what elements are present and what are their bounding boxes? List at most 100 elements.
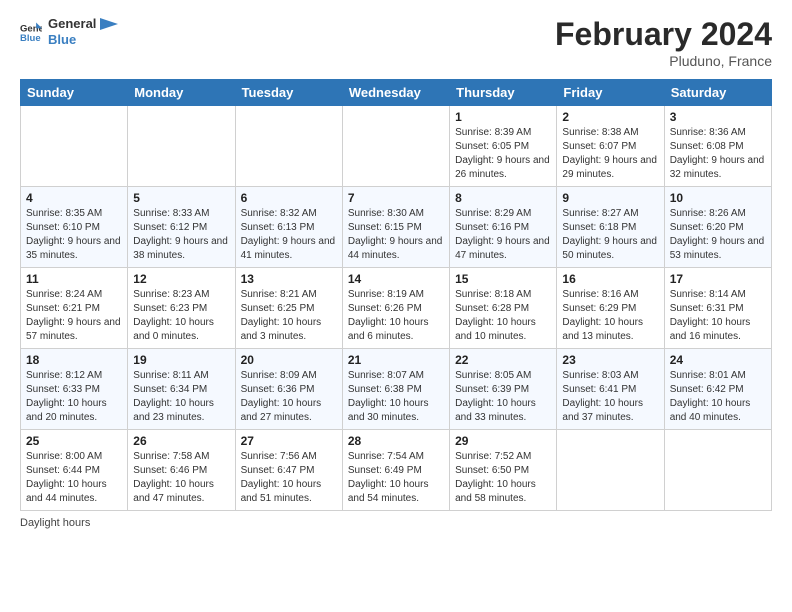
calendar-cell: 22Sunrise: 8:05 AMSunset: 6:39 PMDayligh… <box>450 349 557 430</box>
day-number: 1 <box>455 110 551 124</box>
calendar-cell: 29 Sunrise: 7:52 AMSunset: 6:50 PMDayligh… <box>450 430 557 511</box>
daylight-label: Daylight hours <box>20 517 90 529</box>
day-info: Sunrise: 8:35 AMSunset: 6:10 PMDaylight:… <box>26 207 122 263</box>
week-row-5: 25 Sunrise: 8:00 AMSunset: 6:44 PMDayligh… <box>21 430 772 511</box>
day-number: 12 <box>133 272 229 286</box>
day-number: 11 <box>26 272 122 286</box>
day-number: 27 <box>241 434 337 448</box>
day-info: Sunrise: 8:38 AMSunset: 6:07 PMDaylight:… <box>562 126 658 182</box>
calendar-cell: 9 Sunrise: 8:27 AMSunset: 6:18 PMDaylight… <box>557 187 664 268</box>
day-number: 6 <box>241 191 337 205</box>
calendar-cell: 11 Sunrise: 8:24 AMSunset: 6:21 PMDayligh… <box>21 268 128 349</box>
day-number: 16 <box>562 272 658 286</box>
day-info: Sunrise: 8:03 AMSunset: 6:41 PMDaylight:… <box>562 369 658 425</box>
day-info: Sunrise: 8:29 AMSunset: 6:16 PMDaylight:… <box>455 207 551 263</box>
day-info: Sunrise: 7:58 AMSunset: 6:46 PMDaylight:… <box>133 450 229 506</box>
calendar-cell: 13Sunrise: 8:21 AMSunset: 6:25 PMDayligh… <box>235 268 342 349</box>
day-info: Sunrise: 8:18 AMSunset: 6:28 PMDaylight:… <box>455 288 551 344</box>
calendar-cell: 5 Sunrise: 8:33 AMSunset: 6:12 PMDaylight… <box>128 187 235 268</box>
logo: General Blue General Blue <box>20 16 118 47</box>
day-number: 22 <box>455 353 551 367</box>
calendar-cell: 2 Sunrise: 8:38 AMSunset: 6:07 PMDaylight… <box>557 106 664 187</box>
day-number: 23 <box>562 353 658 367</box>
calendar-cell: 6 Sunrise: 8:32 AMSunset: 6:13 PMDaylight… <box>235 187 342 268</box>
day-number: 18 <box>26 353 122 367</box>
day-number: 7 <box>348 191 444 205</box>
week-row-2: 4 Sunrise: 8:35 AMSunset: 6:10 PMDaylight… <box>21 187 772 268</box>
calendar-cell: 27 Sunrise: 7:56 AMSunset: 6:47 PMDayligh… <box>235 430 342 511</box>
day-number: 3 <box>670 110 766 124</box>
day-info: Sunrise: 8:12 AMSunset: 6:33 PMDaylight:… <box>26 369 122 425</box>
calendar-cell: 19Sunrise: 8:11 AMSunset: 6:34 PMDayligh… <box>128 349 235 430</box>
day-number: 5 <box>133 191 229 205</box>
calendar-cell <box>235 106 342 187</box>
week-row-3: 11 Sunrise: 8:24 AMSunset: 6:21 PMDayligh… <box>21 268 772 349</box>
day-number: 14 <box>348 272 444 286</box>
day-info: Sunrise: 8:24 AMSunset: 6:21 PMDaylight:… <box>26 288 122 344</box>
day-info: Sunrise: 8:09 AMSunset: 6:36 PMDaylight:… <box>241 369 337 425</box>
day-info: Sunrise: 8:14 AMSunset: 6:31 PMDaylight:… <box>670 288 766 344</box>
calendar-cell: 23 Sunrise: 8:03 AMSunset: 6:41 PMDayligh… <box>557 349 664 430</box>
day-number: 10 <box>670 191 766 205</box>
calendar-page: General Blue General Blue February 2024 … <box>0 0 792 612</box>
day-info: Sunrise: 8:23 AMSunset: 6:23 PMDaylight:… <box>133 288 229 344</box>
week-row-1: 1 Sunrise: 8:39 AMSunset: 6:05 PMDaylight… <box>21 106 772 187</box>
day-info: Sunrise: 7:54 AMSunset: 6:49 PMDaylight:… <box>348 450 444 506</box>
day-number: 4 <box>26 191 122 205</box>
calendar-title: February 2024 <box>555 16 772 53</box>
header-row: SundayMondayTuesdayWednesdayThursdayFrid… <box>21 80 772 106</box>
calendar-cell <box>21 106 128 187</box>
calendar-cell <box>128 106 235 187</box>
calendar-cell: 3 Sunrise: 8:36 AMSunset: 6:08 PMDaylight… <box>664 106 771 187</box>
day-info: Sunrise: 7:56 AMSunset: 6:47 PMDaylight:… <box>241 450 337 506</box>
day-info: Sunrise: 8:39 AMSunset: 6:05 PMDaylight:… <box>455 126 551 182</box>
calendar-cell: 24 Sunrise: 8:01 AMSunset: 6:42 PMDayligh… <box>664 349 771 430</box>
day-number: 29 <box>455 434 551 448</box>
day-info: Sunrise: 8:00 AMSunset: 6:44 PMDaylight:… <box>26 450 122 506</box>
day-info: Sunrise: 8:32 AMSunset: 6:13 PMDaylight:… <box>241 207 337 263</box>
calendar-cell: 4 Sunrise: 8:35 AMSunset: 6:10 PMDaylight… <box>21 187 128 268</box>
logo-flag-icon <box>100 18 118 36</box>
day-info: Sunrise: 7:52 AMSunset: 6:50 PMDaylight:… <box>455 450 551 506</box>
header-day-tuesday: Tuesday <box>235 80 342 106</box>
calendar-cell <box>664 430 771 511</box>
calendar-cell: 14 Sunrise: 8:19 AMSunset: 6:26 PMDayligh… <box>342 268 449 349</box>
day-info: Sunrise: 8:19 AMSunset: 6:26 PMDaylight:… <box>348 288 444 344</box>
day-info: Sunrise: 8:33 AMSunset: 6:12 PMDaylight:… <box>133 207 229 263</box>
calendar-cell: 1 Sunrise: 8:39 AMSunset: 6:05 PMDaylight… <box>450 106 557 187</box>
header-day-monday: Monday <box>128 80 235 106</box>
footer: Daylight hours <box>20 517 772 529</box>
day-number: 9 <box>562 191 658 205</box>
header-day-saturday: Saturday <box>664 80 771 106</box>
day-info: Sunrise: 8:36 AMSunset: 6:08 PMDaylight:… <box>670 126 766 182</box>
header-day-sunday: Sunday <box>21 80 128 106</box>
day-number: 25 <box>26 434 122 448</box>
calendar-cell: 21 Sunrise: 8:07 AMSunset: 6:38 PMDayligh… <box>342 349 449 430</box>
calendar-cell <box>342 106 449 187</box>
day-number: 17 <box>670 272 766 286</box>
day-number: 15 <box>455 272 551 286</box>
logo-icon: General Blue <box>20 21 42 43</box>
title-block: February 2024 Pluduno, France <box>555 16 772 69</box>
day-number: 21 <box>348 353 444 367</box>
day-info: Sunrise: 8:01 AMSunset: 6:42 PMDaylight:… <box>670 369 766 425</box>
header: General Blue General Blue February 2024 … <box>20 16 772 69</box>
day-info: Sunrise: 8:30 AMSunset: 6:15 PMDaylight:… <box>348 207 444 263</box>
day-number: 20 <box>241 353 337 367</box>
day-number: 19 <box>133 353 229 367</box>
logo-general: General <box>48 16 96 32</box>
calendar-cell: 7 Sunrise: 8:30 AMSunset: 6:15 PMDaylight… <box>342 187 449 268</box>
calendar-cell: 18 Sunrise: 8:12 AMSunset: 6:33 PMDayligh… <box>21 349 128 430</box>
day-number: 28 <box>348 434 444 448</box>
day-number: 24 <box>670 353 766 367</box>
day-number: 13 <box>241 272 337 286</box>
day-info: Sunrise: 8:16 AMSunset: 6:29 PMDaylight:… <box>562 288 658 344</box>
calendar-cell: 15 Sunrise: 8:18 AMSunset: 6:28 PMDayligh… <box>450 268 557 349</box>
header-day-friday: Friday <box>557 80 664 106</box>
day-number: 2 <box>562 110 658 124</box>
week-row-4: 18 Sunrise: 8:12 AMSunset: 6:33 PMDayligh… <box>21 349 772 430</box>
day-info: Sunrise: 8:07 AMSunset: 6:38 PMDaylight:… <box>348 369 444 425</box>
day-number: 8 <box>455 191 551 205</box>
day-info: Sunrise: 8:27 AMSunset: 6:18 PMDaylight:… <box>562 207 658 263</box>
logo-blue: Blue <box>48 32 96 48</box>
